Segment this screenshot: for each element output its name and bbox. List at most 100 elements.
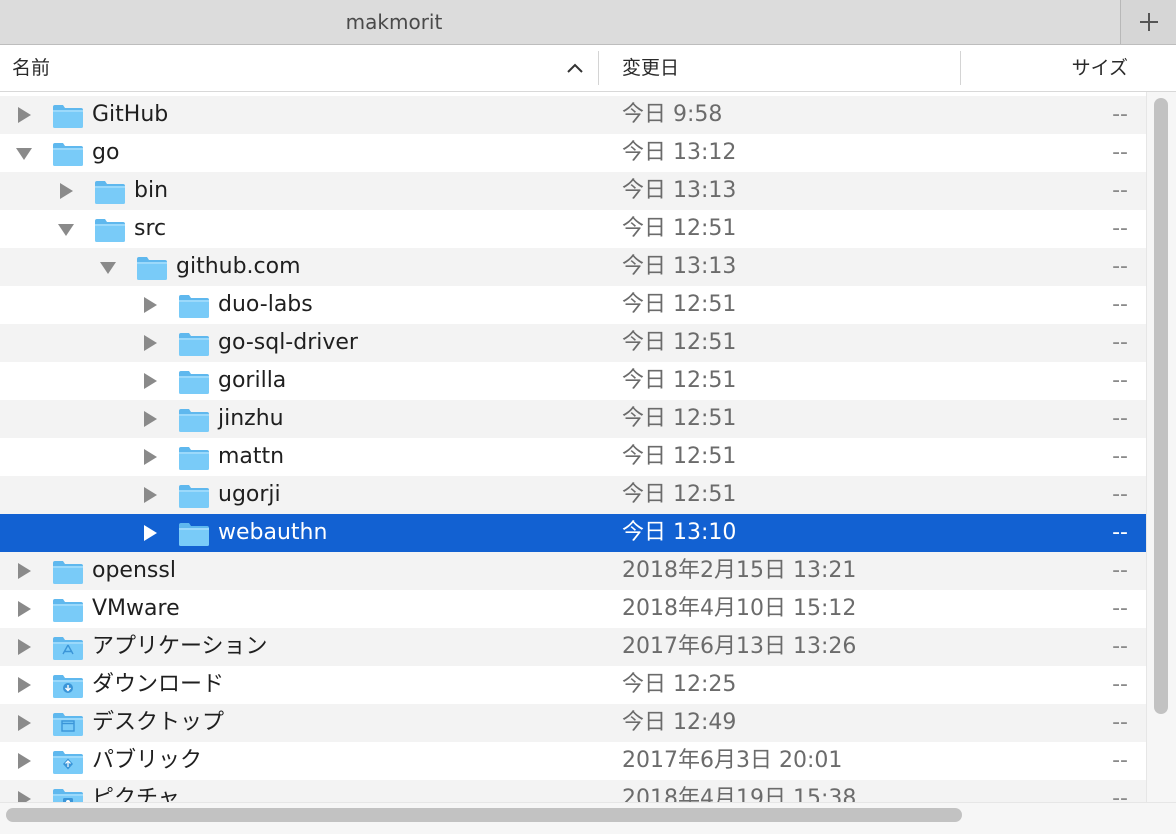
file-name: GitHub [92,102,169,127]
table-row[interactable]: ダウンロード 今日 12:25 -- [0,666,1146,704]
modified-date: 今日 9:58 [622,102,723,127]
column-divider[interactable] [598,51,599,85]
file-size: -- [1112,140,1128,165]
file-size: -- [1112,254,1128,279]
folder-icon [94,179,126,205]
horizontal-scroll-thumb[interactable] [6,808,962,822]
sort-ascending-icon[interactable] [566,61,584,75]
applications-folder-icon [52,635,84,661]
disclosure-triangle-collapsed-icon[interactable] [14,96,34,134]
desktop-folder-icon [52,711,84,737]
file-name: mattn [218,444,285,469]
file-name: ピクチャ [92,786,180,802]
folder-icon [178,445,210,471]
column-header-date[interactable]: 変更日 [622,45,679,91]
file-name: デスクトップ [92,710,225,735]
column-header-bar: 名前 変更日 サイズ [0,45,1176,92]
table-row[interactable]: go 今日 13:12 -- [0,134,1146,172]
file-name: gorilla [218,368,287,393]
modified-date: 今日 13:13 [622,178,737,203]
disclosure-triangle-collapsed-icon[interactable] [140,438,160,476]
disclosure-triangle-collapsed-icon[interactable] [140,324,160,362]
disclosure-triangle-collapsed-icon[interactable] [14,552,34,590]
modified-date: 今日 12:51 [622,216,737,241]
disclosure-triangle-collapsed-icon[interactable] [14,742,34,780]
modified-date: 2018年2月15日 13:21 [622,558,857,583]
modified-date: 今日 12:51 [622,292,737,317]
disclosure-triangle-expanded-icon[interactable] [56,210,76,248]
plus-icon [1140,13,1158,31]
disclosure-triangle-collapsed-icon[interactable] [140,400,160,438]
table-row[interactable]: デスクトップ 今日 12:49 -- [0,704,1146,742]
column-divider[interactable] [960,51,961,85]
table-row[interactable]: github.com 今日 13:13 -- [0,248,1146,286]
modified-date: 今日 13:12 [622,140,737,165]
vertical-scroll-thumb[interactable] [1154,98,1168,714]
table-row[interactable]: アプリケーション 2017年6月13日 13:26 -- [0,628,1146,666]
table-row[interactable]: VMware 2018年4月10日 15:12 -- [0,590,1146,628]
table-row[interactable]: duo-labs 今日 12:51 -- [0,286,1146,324]
disclosure-triangle-collapsed-icon[interactable] [140,514,160,552]
file-size: -- [1112,406,1128,431]
table-row[interactable]: ugorji 今日 12:51 -- [0,476,1146,514]
folder-icon [52,103,84,129]
file-name: jinzhu [218,406,284,431]
tab-bar: makmorit [0,0,1176,45]
folder-icon [94,217,126,243]
new-tab-button[interactable] [1120,0,1176,44]
table-row[interactable]: ピクチャ 2018年4月19日 15:38 -- [0,780,1146,802]
column-header-size[interactable]: サイズ [1072,45,1128,91]
file-name: duo-labs [218,292,313,317]
table-row[interactable]: mattn 今日 12:51 -- [0,438,1146,476]
disclosure-triangle-collapsed-icon[interactable] [14,590,34,628]
folder-icon [178,369,210,395]
column-header-name[interactable]: 名前 [12,45,50,91]
file-size: -- [1112,102,1128,127]
table-row[interactable]: jinzhu 今日 12:51 -- [0,400,1146,438]
disclosure-triangle-collapsed-icon[interactable] [140,362,160,400]
tab-title[interactable]: makmorit [0,0,788,44]
disclosure-triangle-collapsed-icon[interactable] [14,780,34,802]
table-row[interactable]: go-sql-driver 今日 12:51 -- [0,324,1146,362]
file-name: go [92,140,120,165]
file-name: パブリック [92,748,203,773]
file-name: VMware [92,596,180,621]
table-row[interactable]: GitHub 今日 9:58 -- [0,96,1146,134]
modified-date: 今日 12:51 [622,482,737,507]
table-row[interactable]: gorilla 今日 12:51 -- [0,362,1146,400]
table-row[interactable]: openssl 2018年2月15日 13:21 -- [0,552,1146,590]
disclosure-triangle-collapsed-icon[interactable] [14,704,34,742]
table-row[interactable]: パブリック 2017年6月3日 20:01 -- [0,742,1146,780]
table-row[interactable]: src 今日 12:51 -- [0,210,1146,248]
disclosure-triangle-collapsed-icon[interactable] [56,172,76,210]
folder-icon [178,521,210,547]
file-size: -- [1112,710,1128,735]
disclosure-triangle-collapsed-icon[interactable] [14,666,34,704]
file-size: -- [1112,444,1128,469]
file-list: GitHub 今日 9:58 -- go 今日 13:12 -- bin 今日 13:13 --… [0,96,1146,802]
file-size: -- [1112,786,1128,802]
disclosure-triangle-expanded-icon[interactable] [98,248,118,286]
disclosure-triangle-collapsed-icon[interactable] [140,476,160,514]
pictures-folder-icon [52,787,84,802]
modified-date: 2018年4月10日 15:12 [622,596,857,621]
file-name: openssl [92,558,176,583]
folder-icon [52,597,84,623]
public-folder-icon [52,749,84,775]
file-size: -- [1112,292,1128,317]
disclosure-triangle-expanded-icon[interactable] [14,134,34,172]
file-size: -- [1112,634,1128,659]
file-size: -- [1112,520,1128,545]
disclosure-triangle-collapsed-icon[interactable] [140,286,160,324]
downloads-folder-icon [52,673,84,699]
modified-date: 2018年4月19日 15:38 [622,786,857,802]
file-size: -- [1112,748,1128,773]
folder-icon [52,559,84,585]
file-size: -- [1112,596,1128,621]
file-size: -- [1112,558,1128,583]
table-row[interactable]: webauthn 今日 13:10 -- [0,514,1146,552]
file-size: -- [1112,330,1128,355]
table-row[interactable]: bin 今日 13:13 -- [0,172,1146,210]
file-name: webauthn [218,520,328,545]
disclosure-triangle-collapsed-icon[interactable] [14,628,34,666]
